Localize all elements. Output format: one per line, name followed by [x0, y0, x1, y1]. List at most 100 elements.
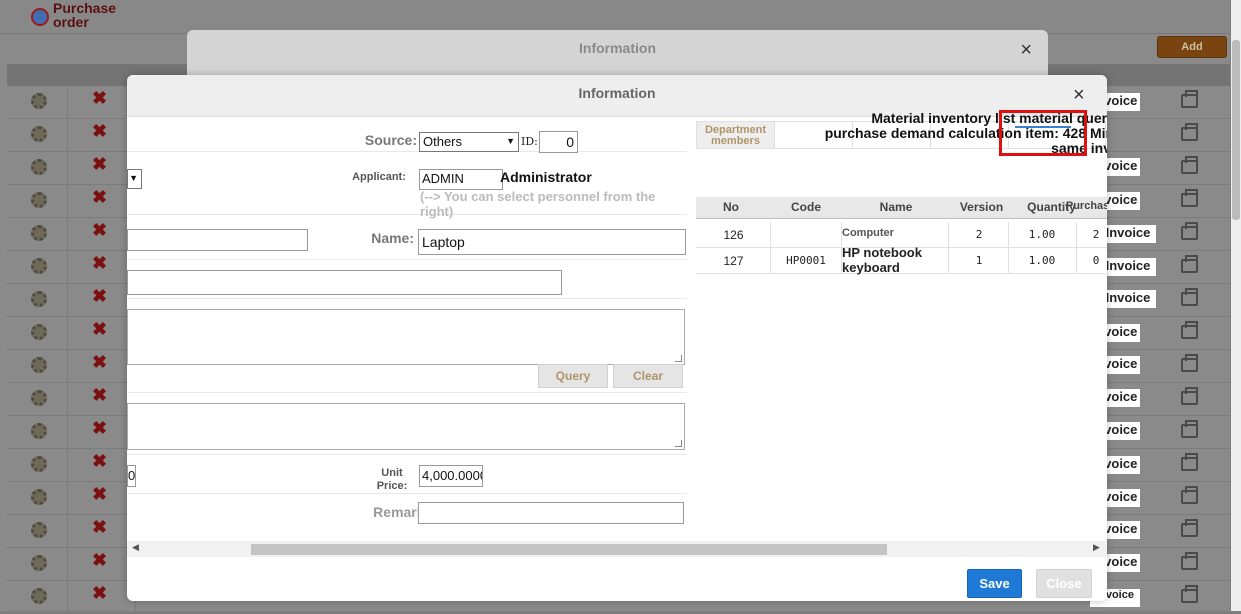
horizontal-scrollbar[interactable]: ◀ ▶	[127, 541, 1107, 557]
applicant-row: ▼ Applicant: ADMIN Administrator (--> Yo…	[127, 153, 687, 219]
gear-icon[interactable]	[31, 291, 47, 307]
gear-icon[interactable]	[31, 192, 47, 208]
col-divider	[67, 581, 68, 613]
col-divider	[67, 515, 68, 547]
gear-icon[interactable]	[31, 159, 47, 175]
remarks-input[interactable]	[418, 502, 684, 524]
department-cell	[774, 122, 775, 148]
th-code: Code	[791, 200, 821, 214]
add-button[interactable]: Add	[1157, 36, 1227, 58]
printer-icon[interactable]	[1181, 189, 1198, 207]
col-divider	[67, 251, 68, 283]
printer-icon[interactable]	[1181, 519, 1198, 537]
unit-price-input[interactable]: 4,000.0000	[419, 465, 483, 487]
table-row[interactable]: 127 HP0001 HP notebook keyboard 1 1.00 0	[696, 245, 1107, 275]
delete-icon[interactable]: ✖	[92, 385, 107, 406]
source-select[interactable]: Others ▼	[419, 132, 519, 152]
wide-input-row	[127, 261, 687, 299]
invoice-link[interactable]: Invoice	[1100, 225, 1156, 243]
delete-icon[interactable]: ✖	[92, 583, 107, 604]
gear-icon[interactable]	[31, 489, 47, 505]
description-textarea[interactable]	[127, 403, 685, 450]
th-purchased: Purchased	[1065, 200, 1107, 212]
col-divider	[67, 119, 68, 151]
gear-icon[interactable]	[31, 522, 47, 538]
page-scrollbar-thumb[interactable]	[1232, 40, 1240, 220]
delete-icon[interactable]: ✖	[92, 352, 107, 373]
col-divider	[1008, 222, 1009, 247]
gear-icon[interactable]	[31, 126, 47, 142]
printer-icon[interactable]	[1181, 453, 1198, 471]
printer-icon[interactable]	[1181, 552, 1198, 570]
chevron-down-icon: ▼	[129, 173, 138, 183]
gear-icon[interactable]	[31, 588, 47, 604]
printer-icon[interactable]	[1181, 354, 1198, 372]
gear-icon[interactable]	[31, 324, 47, 340]
invoice-link[interactable]: Invoice	[1100, 290, 1156, 308]
col-divider	[67, 383, 68, 415]
printer-icon[interactable]	[1181, 486, 1198, 504]
printer-icon[interactable]	[1181, 90, 1198, 108]
printer-icon[interactable]	[1181, 255, 1198, 273]
save-button[interactable]: Save	[967, 569, 1022, 598]
scroll-left-icon[interactable]: ◀	[132, 542, 139, 553]
delete-icon[interactable]: ✖	[92, 88, 107, 109]
query-button[interactable]: Query	[538, 364, 608, 388]
gear-icon[interactable]	[31, 555, 47, 571]
query-textarea[interactable]	[127, 309, 685, 365]
left-select[interactable]: ▼	[127, 169, 142, 189]
remarks-row: Remarks:	[127, 495, 687, 531]
delete-icon[interactable]: ✖	[92, 154, 107, 175]
applicant-input[interactable]: ADMIN	[419, 169, 503, 190]
delete-icon[interactable]: ✖	[92, 484, 107, 505]
printer-icon[interactable]	[1181, 222, 1198, 240]
delete-icon[interactable]: ✖	[92, 121, 107, 142]
printer-icon[interactable]	[1181, 288, 1198, 306]
wide-text-input[interactable]	[127, 270, 562, 295]
gear-icon[interactable]	[31, 225, 47, 241]
printer-icon[interactable]	[1181, 156, 1198, 174]
left-text-input[interactable]	[127, 229, 308, 251]
printer-icon[interactable]	[1181, 387, 1198, 405]
name-row: Name: Laptop	[127, 216, 687, 260]
department-members-tab[interactable]: Department members	[697, 122, 774, 148]
delete-icon[interactable]: ✖	[92, 517, 107, 538]
delete-icon[interactable]: ✖	[92, 187, 107, 208]
delete-icon[interactable]: ✖	[92, 286, 107, 307]
printer-icon[interactable]	[1181, 321, 1198, 339]
close-button[interactable]: Close	[1036, 569, 1092, 598]
id-label: ID:	[521, 135, 538, 148]
gear-icon[interactable]	[31, 93, 47, 109]
id-input[interactable]: 0	[539, 131, 578, 153]
scrollbar-thumb[interactable]	[251, 544, 887, 555]
delete-icon[interactable]: ✖	[92, 253, 107, 274]
delete-icon[interactable]: ✖	[92, 418, 107, 439]
delete-icon[interactable]: ✖	[92, 319, 107, 340]
cell-version: 2	[975, 228, 983, 241]
printer-icon[interactable]	[1181, 585, 1198, 603]
col-divider	[67, 152, 68, 184]
delete-icon[interactable]: ✖	[92, 550, 107, 571]
close-icon[interactable]: ×	[1073, 85, 1085, 105]
invoice-link[interactable]: Invoice	[1100, 258, 1156, 276]
name-input[interactable]: Laptop	[418, 229, 686, 255]
unit-price-label: Unit Price:	[376, 467, 408, 492]
printer-icon[interactable]	[1181, 123, 1198, 141]
material-table-header: No Code Name Version Quantity Purchased	[696, 197, 1107, 219]
delete-icon[interactable]: ✖	[92, 220, 107, 241]
gear-icon[interactable]	[31, 258, 47, 274]
scroll-right-icon[interactable]: ▶	[1093, 542, 1100, 553]
gear-icon[interactable]	[31, 390, 47, 406]
back-dialog-close-icon[interactable]: ×	[1020, 40, 1032, 60]
col-divider	[770, 222, 771, 247]
delete-icon[interactable]: ✖	[92, 451, 107, 472]
page-scrollbar[interactable]	[1231, 0, 1241, 611]
gear-icon[interactable]	[31, 456, 47, 472]
cell-no: 126	[723, 228, 744, 242]
printer-icon[interactable]	[1181, 420, 1198, 438]
gear-icon[interactable]	[31, 423, 47, 439]
gear-icon[interactable]	[31, 357, 47, 373]
left-partial-input[interactable]: 0	[127, 465, 136, 487]
col-divider	[67, 350, 68, 382]
clear-button[interactable]: Clear	[613, 364, 683, 388]
